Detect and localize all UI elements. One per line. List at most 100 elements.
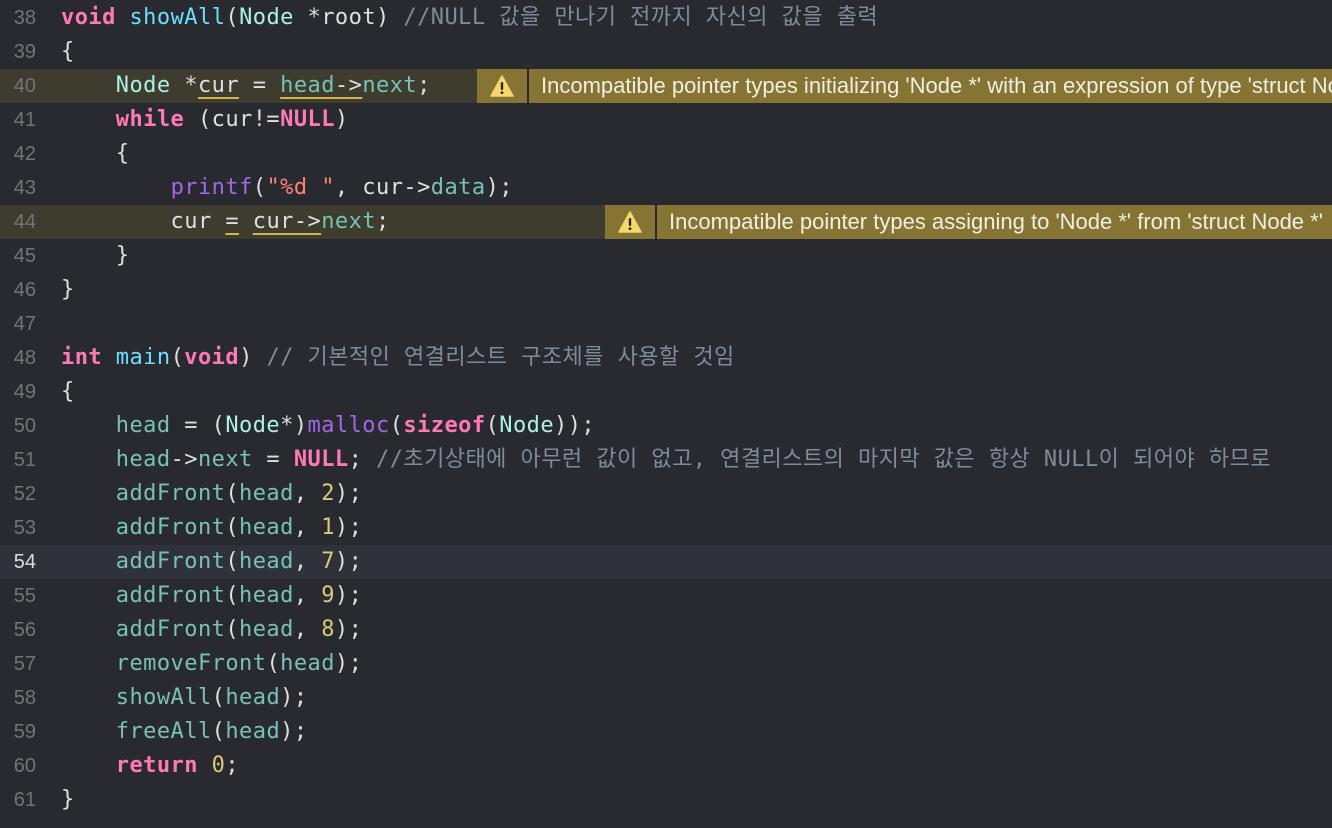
line-number[interactable]: 53 — [0, 511, 36, 545]
code-text[interactable]: addFront(head, 8); — [61, 613, 362, 647]
code-token: -> — [334, 73, 363, 98]
code-line-55[interactable]: 55 addFront(head, 9); — [0, 579, 1332, 613]
code-text[interactable]: removeFront(head); — [61, 647, 362, 681]
code-line-51[interactable]: 51 head->next = NULL; //초기상태에 아무런 값이 없고,… — [0, 443, 1332, 477]
code-token: freeAll — [115, 719, 212, 744]
code-token: 2 — [321, 481, 335, 506]
code-line-39[interactable]: 39 { — [0, 35, 1332, 69]
code-text[interactable]: addFront(head, 2); — [61, 477, 362, 511]
code-line-56[interactable]: 56 addFront(head, 8); — [0, 613, 1332, 647]
line-number[interactable]: 49 — [0, 375, 36, 409]
line-number[interactable]: 59 — [0, 715, 36, 749]
line-number[interactable]: 57 — [0, 647, 36, 681]
code-token: ( — [170, 345, 185, 370]
code-token: ); — [334, 651, 363, 676]
line-number[interactable]: 61 — [0, 783, 36, 817]
code-line-38[interactable]: 38 void showAll(Node *root) //NULL 값을 만나기… — [0, 1, 1332, 35]
code-text[interactable]: } — [61, 239, 129, 273]
code-token: sizeof — [403, 413, 486, 438]
code-text[interactable]: { — [61, 375, 75, 409]
code-line-45[interactable]: 45 } — [0, 239, 1332, 273]
warning-triangle-icon[interactable] — [605, 205, 657, 239]
line-number[interactable]: 51 — [0, 443, 36, 477]
line-number[interactable]: 44 — [0, 205, 36, 239]
code-text[interactable]: addFront(head, 1); — [61, 511, 362, 545]
code-line-42[interactable]: 42 { — [0, 137, 1332, 171]
line-number[interactable]: 40 — [0, 69, 36, 103]
code-token: ; — [376, 209, 390, 234]
code-line-47[interactable]: 47 — [0, 307, 1332, 341]
code-line-53[interactable]: 53 addFront(head, 1); — [0, 511, 1332, 545]
code-token: //NULL 값을 만나기 전까지 자신의 값을 출력 — [403, 5, 879, 30]
code-line-41[interactable]: 41 while (cur!=NULL) — [0, 103, 1332, 137]
code-text[interactable]: return 0; — [61, 749, 239, 783]
code-text[interactable]: freeAll(head); — [61, 715, 308, 749]
code-line-61[interactable]: 61} — [0, 783, 1332, 817]
code-line-40[interactable]: 40 Node *cur = head->next; Incompatible p… — [0, 69, 1332, 103]
code-text[interactable]: { — [61, 137, 129, 171]
code-token: { — [61, 379, 75, 404]
line-number[interactable]: 47 — [0, 307, 36, 341]
code-line-58[interactable]: 58 showAll(head); — [0, 681, 1332, 715]
line-number[interactable]: 46 — [0, 273, 36, 307]
code-line-57[interactable]: 57 removeFront(head); — [0, 647, 1332, 681]
code-line-43[interactable]: 43 printf("%d ", cur->data); — [0, 171, 1332, 205]
line-number[interactable]: 54 — [0, 545, 36, 579]
code-token: (cur!= — [184, 107, 281, 132]
line-number[interactable]: 39 — [0, 35, 36, 69]
code-token: main — [115, 345, 171, 370]
code-token: int — [61, 345, 103, 370]
line-number[interactable]: 55 — [0, 579, 36, 613]
line-number[interactable]: 48 — [0, 341, 36, 375]
line-number[interactable]: 52 — [0, 477, 36, 511]
code-token: ( — [225, 5, 240, 30]
code-text[interactable]: } — [61, 783, 75, 817]
code-token: showAll — [129, 5, 226, 30]
code-line-49[interactable]: 49 { — [0, 375, 1332, 409]
warning-message[interactable]: Incompatible pointer types assigning to … — [605, 205, 1332, 239]
line-number[interactable]: 56 — [0, 613, 36, 647]
code-text[interactable]: void showAll(Node *root) //NULL 값을 만나기 전… — [61, 1, 878, 35]
code-text[interactable]: addFront(head, 7); — [61, 545, 362, 579]
code-token: *) — [280, 413, 308, 438]
line-number[interactable]: 50 — [0, 409, 36, 443]
code-text[interactable]: } — [61, 273, 75, 307]
line-number[interactable]: 58 — [0, 681, 36, 715]
code-token: "%d " — [266, 175, 335, 200]
code-line-52[interactable]: 52 addFront(head, 2); — [0, 477, 1332, 511]
code-token: head — [115, 447, 171, 472]
code-text[interactable]: printf("%d ", cur->data); — [61, 171, 513, 205]
code-text[interactable]: addFront(head, 9); — [61, 579, 362, 613]
code-token: ; — [225, 753, 240, 778]
code-token: = — [225, 209, 240, 234]
code-text[interactable]: Node *cur = head->next; — [61, 69, 431, 103]
line-number[interactable]: 45 — [0, 239, 36, 273]
code-line-59[interactable]: 59 freeAll(head); — [0, 715, 1332, 749]
line-number[interactable]: 42 — [0, 137, 36, 171]
code-text[interactable]: { — [61, 35, 75, 69]
code-line-50[interactable]: 50 head = (Node*)malloc(sizeof(Node)); — [0, 409, 1332, 443]
line-number[interactable]: 60 — [0, 749, 36, 783]
code-token: addFront — [115, 583, 226, 608]
code-line-44[interactable]: 44 cur = cur->next; Incompatible pointer … — [0, 205, 1332, 239]
code-text[interactable]: head->next = NULL; //초기상태에 아무런 값이 없고, 연결… — [61, 443, 1271, 477]
code-text[interactable]: int main(void) // 기본적인 연결리스트 구조체를 사용할 것임 — [61, 341, 735, 375]
code-line-60[interactable]: 60 return 0; — [0, 749, 1332, 783]
warning-message[interactable]: Incompatible pointer types initializing … — [477, 69, 1332, 103]
code-token: showAll — [115, 685, 212, 710]
code-line-48[interactable]: 48 int main(void) // 기본적인 연결리스트 구조체를 사용할 … — [0, 341, 1332, 375]
code-line-46[interactable]: 46} — [0, 273, 1332, 307]
warning-triangle-icon[interactable] — [477, 69, 529, 103]
code-text[interactable]: showAll(head); — [61, 681, 308, 715]
line-number[interactable]: 38 — [0, 1, 36, 35]
code-editor[interactable]: 38 void showAll(Node *root) //NULL 값을 만나기… — [0, 0, 1332, 828]
code-text[interactable]: head = (Node*)malloc(sizeof(Node)); — [61, 409, 595, 443]
line-number[interactable]: 43 — [0, 171, 36, 205]
code-line-54[interactable]: 54 addFront(head, 7); — [0, 545, 1332, 579]
code-text[interactable]: cur = cur->next; — [61, 205, 390, 239]
line-number[interactable]: 41 — [0, 103, 36, 137]
code-token: cur-> — [252, 209, 322, 234]
code-text[interactable]: while (cur!=NULL) — [61, 103, 349, 137]
